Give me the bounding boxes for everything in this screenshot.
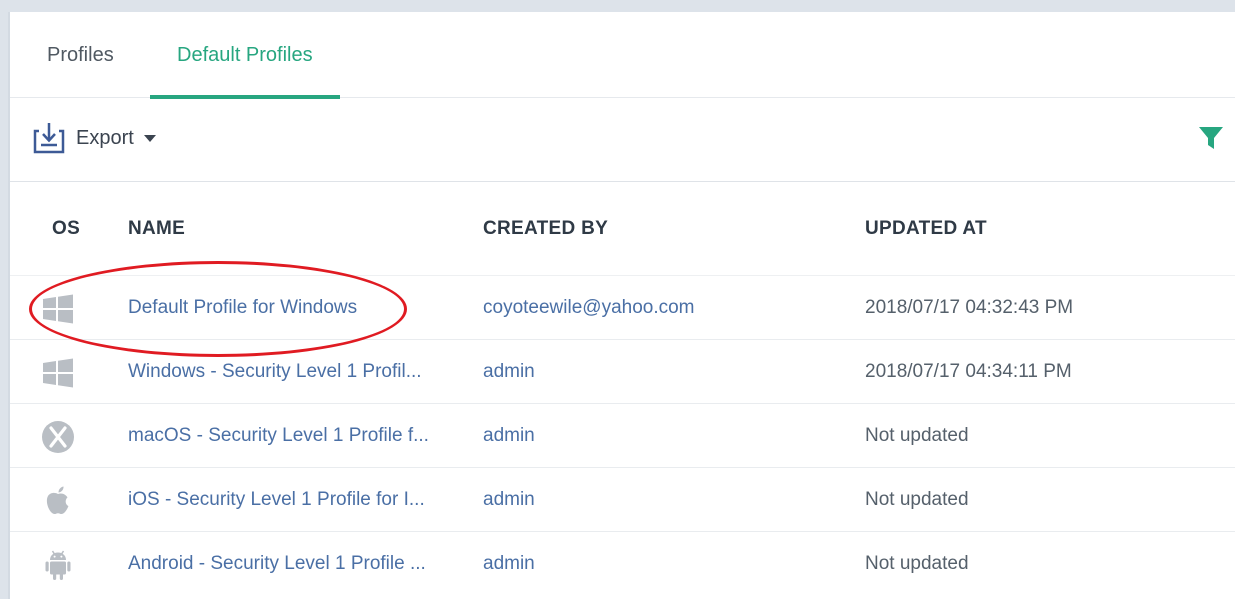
android-icon bbox=[40, 546, 76, 582]
header-os[interactable]: OS bbox=[52, 182, 80, 276]
os-cell bbox=[40, 276, 96, 340]
export-download-icon bbox=[32, 121, 66, 155]
tab-profiles[interactable]: Profiles bbox=[20, 12, 141, 98]
tab-default-profiles[interactable]: Default Profiles bbox=[150, 12, 340, 99]
chevron-down-icon bbox=[143, 134, 156, 142]
windows-icon bbox=[40, 290, 76, 326]
updated-at-cell: Not updated bbox=[865, 553, 969, 574]
table-header: OS NAME CREATED BY UPDATED AT bbox=[10, 182, 1235, 276]
profile-name-link[interactable]: Android - Security Level 1 Profile ... bbox=[128, 532, 448, 596]
updated-at-cell: 2018/07/17 04:32:43 PM bbox=[865, 297, 1074, 318]
updated-at-cell: 2018/07/17 04:34:11 PM bbox=[865, 361, 1072, 382]
updated-at-cell: Not updated bbox=[865, 425, 969, 446]
created-by-cell: admin bbox=[483, 361, 535, 382]
filter-icon[interactable] bbox=[1196, 123, 1226, 153]
header-created-by[interactable]: CREATED BY bbox=[483, 182, 608, 276]
created-by-cell: coyoteewile@yahoo.com bbox=[483, 297, 695, 318]
toolbar: Export bbox=[10, 98, 1235, 182]
created-by-cell: admin bbox=[483, 489, 535, 510]
tab-bar: Profiles Default Profiles bbox=[10, 12, 1235, 99]
macos-icon bbox=[40, 418, 76, 454]
export-button[interactable]: Export bbox=[32, 120, 156, 156]
export-label: Export bbox=[76, 126, 134, 149]
profile-name-link[interactable]: macOS - Security Level 1 Profile f... bbox=[128, 404, 448, 468]
table-row[interactable]: Default Profile for Windows coyoteewile@… bbox=[10, 276, 1235, 340]
header-name[interactable]: NAME bbox=[128, 182, 185, 276]
profile-name-link[interactable]: Default Profile for Windows bbox=[128, 276, 448, 340]
os-cell bbox=[40, 340, 96, 404]
header-updated-at[interactable]: UPDATED AT bbox=[865, 182, 987, 276]
created-by-cell: admin bbox=[483, 553, 535, 574]
os-cell bbox=[40, 532, 96, 596]
table-row[interactable]: iOS - Security Level 1 Profile for I... … bbox=[10, 468, 1235, 532]
profile-name-link[interactable]: Windows - Security Level 1 Profil... bbox=[128, 340, 448, 404]
table-row[interactable]: Android - Security Level 1 Profile ... a… bbox=[10, 532, 1235, 596]
apple-icon bbox=[40, 482, 76, 518]
created-by-cell: admin bbox=[483, 425, 535, 446]
profiles-panel: Profiles Default Profiles Export OS NAME bbox=[8, 12, 1235, 599]
table-row[interactable]: Windows - Security Level 1 Profil... adm… bbox=[10, 340, 1235, 404]
profile-name-link[interactable]: iOS - Security Level 1 Profile for I... bbox=[128, 468, 448, 532]
updated-at-cell: Not updated bbox=[865, 489, 969, 510]
os-cell bbox=[40, 404, 96, 468]
table-row[interactable]: macOS - Security Level 1 Profile f... ad… bbox=[10, 404, 1235, 468]
os-cell bbox=[40, 468, 96, 532]
windows-icon bbox=[40, 354, 76, 390]
